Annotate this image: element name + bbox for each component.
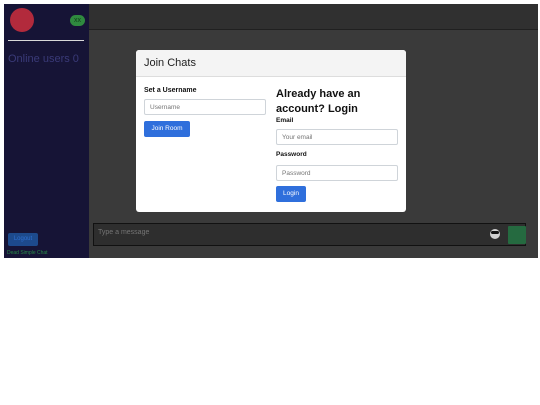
join-room-button[interactable]: Join Room [144,121,190,137]
password-input[interactable] [276,165,398,181]
modal-header: Join Chats [136,50,406,77]
chat-header [89,4,538,30]
email-label: Email [276,117,294,124]
send-button[interactable] [508,226,526,244]
online-users-count: Online users 0 [8,53,79,65]
username-input[interactable] [144,99,266,115]
join-chats-modal: Join Chats Set a Username Join Room Alre… [136,50,406,212]
message-bar [93,223,526,246]
message-input[interactable] [98,229,189,236]
sidebar-divider [8,40,84,41]
password-label: Password [276,151,307,158]
login-button[interactable]: Login [276,186,306,202]
email-input[interactable] [276,129,398,145]
sidebar: xx Online users 0 Logout Dead Simple Cha… [4,4,89,258]
emoji-icon[interactable] [490,229,500,239]
logout-button[interactable]: Logout [8,233,38,246]
login-heading: Already have an account? Login [276,88,361,115]
modal-title: Join Chats [144,57,196,69]
avatar[interactable] [10,8,34,32]
footer-brand[interactable]: Dead Simple Chat [7,250,48,256]
set-username-heading: Set a Username [144,87,197,94]
user-badge[interactable]: xx [70,15,85,26]
